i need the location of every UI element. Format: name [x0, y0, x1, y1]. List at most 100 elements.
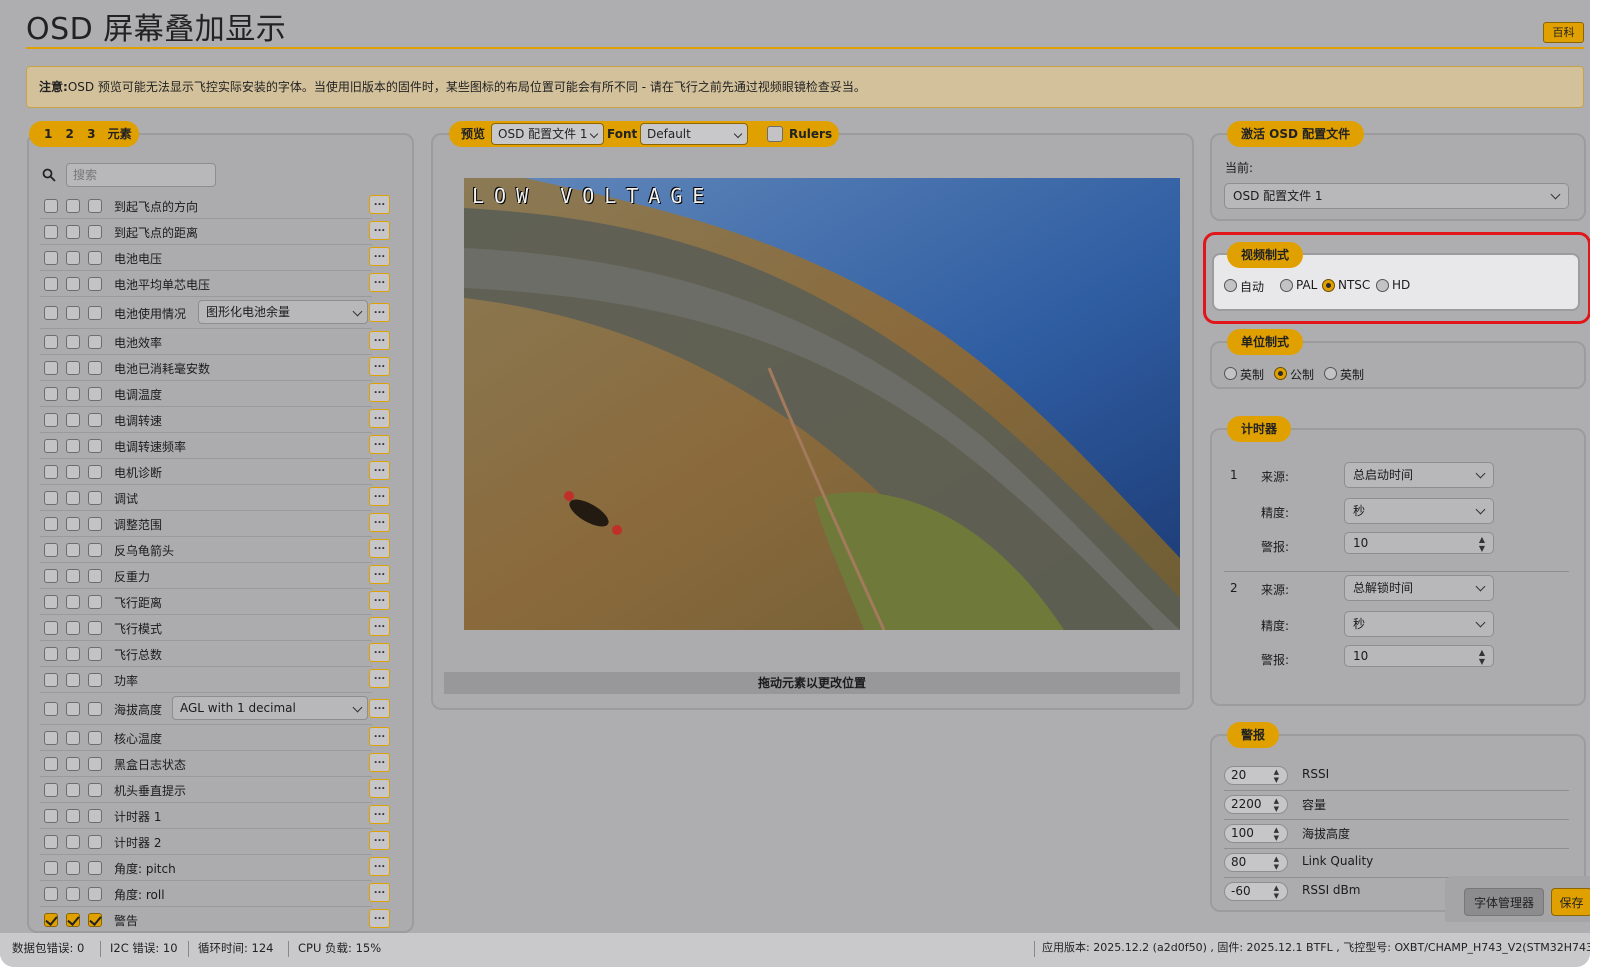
element-options-button[interactable]: ... [369, 699, 390, 718]
element-profile-1-checkbox[interactable] [44, 731, 58, 745]
element-profile-2-checkbox[interactable] [66, 569, 80, 583]
font-select[interactable]: Default [640, 123, 748, 145]
alarm-value-input[interactable]: 100 ▲ ▼ [1224, 824, 1288, 843]
element-profile-2-checkbox[interactable] [66, 887, 80, 901]
element-options-button[interactable]: ... [369, 591, 390, 610]
element-options-button[interactable]: ... [369, 565, 390, 584]
element-profile-3-checkbox[interactable] [88, 306, 102, 320]
search-input[interactable]: 搜索 [66, 163, 216, 187]
element-variant-select[interactable]: AGL with 1 decimal [172, 696, 368, 720]
element-options-button[interactable]: ... [369, 221, 390, 240]
element-options-button[interactable]: ... [369, 331, 390, 350]
element-profile-2-checkbox[interactable] [66, 361, 80, 375]
element-profile-1-checkbox[interactable] [44, 809, 58, 823]
alarm-value-input[interactable]: 80 ▲ ▼ [1224, 853, 1288, 872]
element-profile-2-checkbox[interactable] [66, 225, 80, 239]
element-profile-3-checkbox[interactable] [88, 465, 102, 479]
element-profile-1-checkbox[interactable] [44, 335, 58, 349]
element-profile-3-checkbox[interactable] [88, 595, 102, 609]
element-profile-1-checkbox[interactable] [44, 199, 58, 213]
element-profile-3-checkbox[interactable] [88, 702, 102, 716]
element-profile-2-checkbox[interactable] [66, 913, 80, 927]
element-profile-3-checkbox[interactable] [88, 413, 102, 427]
element-profile-1-checkbox[interactable] [44, 673, 58, 687]
element-profile-2-checkbox[interactable] [66, 306, 80, 320]
profile-tab-3[interactable]: 3 [87, 127, 95, 141]
element-profile-2-checkbox[interactable] [66, 517, 80, 531]
element-profile-3-checkbox[interactable] [88, 491, 102, 505]
element-options-button[interactable]: ... [369, 909, 390, 928]
element-profile-3-checkbox[interactable] [88, 835, 102, 849]
element-profile-2-checkbox[interactable] [66, 835, 80, 849]
element-options-button[interactable]: ... [369, 513, 390, 532]
element-profile-2-checkbox[interactable] [66, 702, 80, 716]
element-profile-1-checkbox[interactable] [44, 491, 58, 505]
element-profile-3-checkbox[interactable] [88, 199, 102, 213]
units-radio-3[interactable] [1324, 367, 1337, 380]
element-profile-1-checkbox[interactable] [44, 465, 58, 479]
element-options-button[interactable]: ... [369, 383, 390, 402]
element-profile-3-checkbox[interactable] [88, 887, 102, 901]
element-options-button[interactable]: ... [369, 643, 390, 662]
timer-alarm-input[interactable]: 10 ▲ ▼ [1344, 645, 1494, 667]
active-profile-select[interactable]: OSD 配置文件 1 [1224, 183, 1569, 209]
element-profile-3-checkbox[interactable] [88, 861, 102, 875]
element-options-button[interactable]: ... [369, 357, 390, 376]
alarm-value-input[interactable]: 2200 ▲ ▼ [1224, 795, 1288, 814]
element-profile-3-checkbox[interactable] [88, 673, 102, 687]
rulers-checkbox[interactable] [767, 126, 783, 142]
timer-precision-select[interactable]: 秒 [1344, 611, 1494, 637]
element-profile-2-checkbox[interactable] [66, 387, 80, 401]
element-profile-2-checkbox[interactable] [66, 543, 80, 557]
element-options-button[interactable]: ... [369, 461, 390, 480]
element-profile-3-checkbox[interactable] [88, 439, 102, 453]
element-profile-1-checkbox[interactable] [44, 887, 58, 901]
element-profile-1-checkbox[interactable] [44, 413, 58, 427]
font-manager-button[interactable]: 字体管理器 [1464, 888, 1544, 916]
video-format-radio-pal[interactable] [1280, 279, 1293, 292]
timer-precision-select[interactable]: 秒 [1344, 498, 1494, 524]
element-options-button[interactable]: ... [369, 617, 390, 636]
element-profile-1-checkbox[interactable] [44, 757, 58, 771]
element-profile-1-checkbox[interactable] [44, 621, 58, 635]
alarm-value-input[interactable]: -60 ▲ ▼ [1224, 882, 1288, 901]
element-options-button[interactable]: ... [369, 303, 390, 322]
element-profile-1-checkbox[interactable] [44, 783, 58, 797]
element-options-button[interactable]: ... [369, 409, 390, 428]
element-options-button[interactable]: ... [369, 883, 390, 902]
preview-profile-select[interactable]: OSD 配置文件 1 [491, 123, 604, 145]
element-options-button[interactable]: ... [369, 487, 390, 506]
element-profile-1-checkbox[interactable] [44, 251, 58, 265]
wiki-button[interactable]: 百科 [1543, 22, 1584, 43]
element-profile-2-checkbox[interactable] [66, 595, 80, 609]
element-options-button[interactable]: ... [369, 753, 390, 772]
video-format-radio-ntsc[interactable] [1322, 279, 1335, 292]
alarm-value-input[interactable]: 20 ▲ ▼ [1224, 766, 1288, 785]
element-profile-3-checkbox[interactable] [88, 569, 102, 583]
element-profile-1-checkbox[interactable] [44, 702, 58, 716]
element-options-button[interactable]: ... [369, 831, 390, 850]
element-profile-3-checkbox[interactable] [88, 809, 102, 823]
element-options-button[interactable]: ... [369, 779, 390, 798]
element-profile-2-checkbox[interactable] [66, 783, 80, 797]
element-profile-1-checkbox[interactable] [44, 913, 58, 927]
element-options-button[interactable]: ... [369, 857, 390, 876]
element-variant-select[interactable]: 图形化电池余量 [198, 300, 368, 324]
save-button[interactable]: 保存 [1551, 888, 1590, 916]
osd-overlay-text[interactable]: LOW VOLTAGE [472, 184, 714, 208]
element-profile-1-checkbox[interactable] [44, 569, 58, 583]
element-profile-2-checkbox[interactable] [66, 621, 80, 635]
timer-alarm-input[interactable]: 10 ▲ ▼ [1344, 532, 1494, 554]
video-format-radio-hd[interactable] [1376, 279, 1389, 292]
element-profile-3-checkbox[interactable] [88, 277, 102, 291]
element-profile-2-checkbox[interactable] [66, 647, 80, 661]
element-profile-1-checkbox[interactable] [44, 861, 58, 875]
element-profile-2-checkbox[interactable] [66, 251, 80, 265]
element-profile-3-checkbox[interactable] [88, 647, 102, 661]
element-profile-3-checkbox[interactable] [88, 225, 102, 239]
element-profile-3-checkbox[interactable] [88, 731, 102, 745]
element-profile-3-checkbox[interactable] [88, 361, 102, 375]
profile-tab-1[interactable]: 1 [44, 127, 52, 141]
element-options-button[interactable]: ... [369, 727, 390, 746]
element-profile-1-checkbox[interactable] [44, 225, 58, 239]
